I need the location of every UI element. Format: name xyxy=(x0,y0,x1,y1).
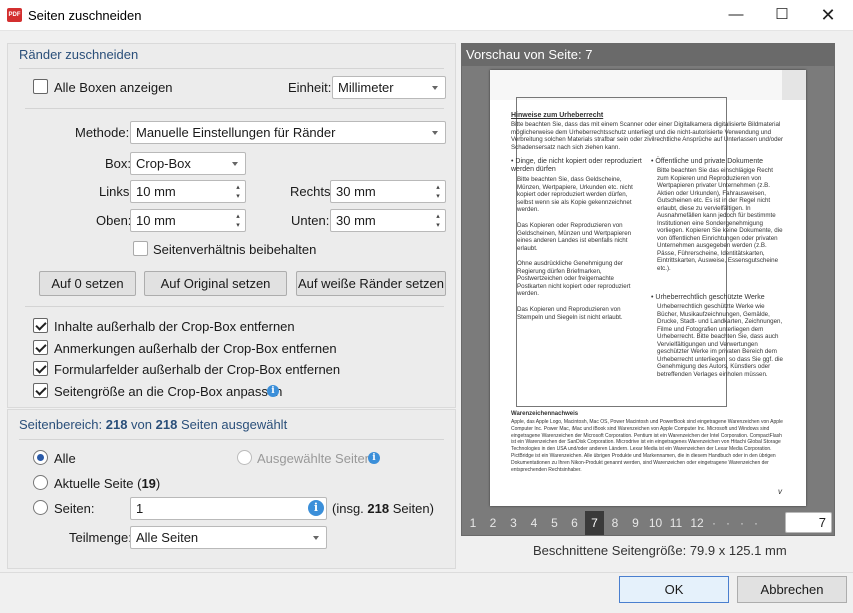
doc-paragraph: Apple, das Apple Logo, Macintosh, Mac OS… xyxy=(511,419,783,473)
doc-heading: Warenzeichennachweis xyxy=(511,411,579,417)
selected-pages-label: Ausgewählte Seiten xyxy=(257,451,372,466)
title-bar: PDF Seiten zuschneiden — ☐ ✕ xyxy=(0,0,853,31)
unit-label: Einheit: xyxy=(288,80,332,95)
page-nav-button[interactable]: 3 xyxy=(504,511,523,535)
doc-bullet: • Öffentliche und private Dokumente xyxy=(651,158,764,165)
info-icon[interactable]: i xyxy=(308,500,324,516)
page-nav-button[interactable]: 12 xyxy=(687,511,707,535)
close-button[interactable]: ✕ xyxy=(805,0,851,30)
bottom-margin-input[interactable]: 30 mm ▴ ▾ xyxy=(330,209,446,232)
doc-paragraph: Das Kopieren und Reproduzieren von Stemp… xyxy=(517,306,623,321)
remove-annotations-checkbox[interactable] xyxy=(33,340,48,355)
keep-ratio-checkbox[interactable] xyxy=(133,241,148,256)
fit-page-size-checkbox[interactable] xyxy=(33,383,48,398)
remove-formfields-label: Formularfelder außerhalb der Crop-Box en… xyxy=(54,362,341,377)
show-all-boxes-label: Alle Boxen anzeigen xyxy=(54,80,173,95)
page-number: v xyxy=(778,487,782,496)
window-title: Seiten zuschneiden xyxy=(28,8,142,23)
fit-page-size-label: Seitengröße an die Crop-Box anpassen xyxy=(54,384,283,399)
pdf-app-icon: PDF xyxy=(7,8,22,22)
show-all-boxes-checkbox[interactable] xyxy=(33,79,48,94)
current-page-label: Aktuelle Seite (19) xyxy=(54,476,161,491)
margins-heading: Ränder zuschneiden xyxy=(19,47,139,62)
spinner-icon[interactable]: ▴ ▾ xyxy=(234,212,242,230)
remove-annotations-label: Anmerkungen außerhalb der Crop-Box entfe… xyxy=(54,341,337,356)
page-nav-button[interactable]: 8 xyxy=(605,511,625,535)
doc-paragraph: Bitte beachten Sie, dass Geldscheine, Mü… xyxy=(517,176,633,213)
maximize-button[interactable]: ☐ xyxy=(759,0,805,30)
doc-paragraph: Ohne ausdrückliche Genehmigung der Regie… xyxy=(517,260,631,297)
all-pages-radio[interactable] xyxy=(33,450,48,465)
subset-label: Teilmenge: xyxy=(69,530,132,545)
set-original-button[interactable]: Auf Original setzen xyxy=(144,271,287,296)
keep-ratio-label: Seitenverhältnis beibehalten xyxy=(153,242,317,257)
current-page-radio[interactable] xyxy=(33,475,48,490)
divider xyxy=(19,439,444,440)
page-nav-button[interactable]: 11 xyxy=(666,511,686,535)
minimize-button[interactable]: — xyxy=(713,0,759,30)
divider xyxy=(25,306,444,307)
pages-label: Seiten: xyxy=(54,501,95,516)
crop-size-label: Beschnittene Seitengröße: 79.9 x 125.1 m… xyxy=(533,543,787,558)
info-icon[interactable]: i xyxy=(368,452,380,464)
page-nav-button[interactable]: 7 xyxy=(585,511,604,535)
spinner-icon[interactable]: ▴ ▾ xyxy=(234,183,242,201)
method-label: Methode: xyxy=(75,125,130,140)
left-margin-input[interactable]: 10 mm ▴ ▾ xyxy=(130,180,246,203)
method-select[interactable]: Manuelle Einstellungen für Ränder xyxy=(130,121,446,144)
preview-panel: Vorschau von Seite: 7 Hinweise zum Urheb… xyxy=(461,43,835,536)
page-nav-button[interactable]: 10 xyxy=(646,511,665,535)
margins-panel: Ränder zuschneiden Alle Boxen anzeigen E… xyxy=(7,43,456,408)
page-preview[interactable]: Hinweise zum Urheberrecht Bitte beachten… xyxy=(490,70,806,506)
doc-paragraph: Bitte beachten Sie das einschlägige Rech… xyxy=(657,167,783,272)
doc-paragraph: Bitte beachten Sie, dass das mit einem S… xyxy=(511,121,784,151)
divider xyxy=(19,68,444,69)
page-nav-button[interactable]: 2 xyxy=(483,511,503,535)
spinner-icon[interactable]: ▴ ▾ xyxy=(434,183,442,201)
page-number-input[interactable]: 7 xyxy=(785,512,832,533)
page-range-panel: Seitenbereich: 218 von 218 Seiten ausgew… xyxy=(7,409,456,569)
pages-input[interactable]: 1 xyxy=(130,497,327,520)
page-navigator: 1 2 3 4 5 6 7 8 9 10 11 12 · · · · 7 xyxy=(462,511,834,535)
cancel-button[interactable]: Abbrechen xyxy=(737,576,847,603)
page-header-band xyxy=(490,70,806,100)
total-pages-label: (insg. 218 Seiten) xyxy=(332,501,434,516)
all-pages-label: Alle xyxy=(54,451,76,466)
doc-bullet: • Dinge, die nicht kopiert oder reproduz… xyxy=(511,158,642,173)
selected-pages-radio[interactable] xyxy=(237,450,252,465)
unit-select[interactable]: Millimeter xyxy=(332,76,446,99)
custom-pages-radio[interactable] xyxy=(33,500,48,515)
set-zero-button[interactable]: Auf 0 setzen xyxy=(39,271,136,296)
doc-bullet: • Urheberrechtlich geschützte Werke xyxy=(651,294,765,301)
top-margin-input[interactable]: 10 mm ▴ ▾ xyxy=(130,209,246,232)
page-nav-button[interactable]: 6 xyxy=(565,511,584,535)
remove-formfields-checkbox[interactable] xyxy=(33,361,48,376)
doc-paragraph: Das Kopieren oder Reproduzieren von Geld… xyxy=(517,222,632,252)
set-white-margins-button[interactable]: Auf weiße Ränder setzen xyxy=(296,271,446,296)
footer-bar: OK Abbrechen xyxy=(0,572,853,613)
page-nav-button[interactable]: 9 xyxy=(626,511,645,535)
preview-heading: Vorschau von Seite: 7 xyxy=(462,44,834,66)
info-icon[interactable]: i xyxy=(267,385,279,397)
page-nav-button[interactable]: 4 xyxy=(524,511,544,535)
top-label: Oben: xyxy=(96,213,132,228)
box-select[interactable]: Crop-Box xyxy=(130,152,246,175)
page-nav-button[interactable]: 5 xyxy=(545,511,564,535)
doc-heading: Hinweise zum Urheberrecht xyxy=(511,112,604,119)
page-nav-button[interactable]: 1 xyxy=(464,511,482,535)
page-range-heading: Seitenbereich: 218 von 218 Seiten ausgew… xyxy=(19,417,288,432)
box-label: Box: xyxy=(105,156,132,171)
ok-button[interactable]: OK xyxy=(619,576,729,603)
divider xyxy=(25,108,444,109)
remove-content-checkbox[interactable] xyxy=(33,318,48,333)
spinner-icon[interactable]: ▴ ▾ xyxy=(434,212,442,230)
doc-paragraph: Urheberrechtlich geschützte Werke wie Bü… xyxy=(657,303,783,378)
subset-select[interactable]: Alle Seiten xyxy=(130,526,327,549)
left-label: Links: xyxy=(99,184,133,199)
bottom-label: Unten: xyxy=(291,213,330,228)
right-margin-input[interactable]: 30 mm ▴ ▾ xyxy=(330,180,446,203)
right-label: Rechts: xyxy=(290,184,335,199)
page-nav-ellipsis: · · · · xyxy=(712,516,758,530)
remove-content-label: Inhalte außerhalb der Crop-Box entfernen xyxy=(54,319,295,334)
